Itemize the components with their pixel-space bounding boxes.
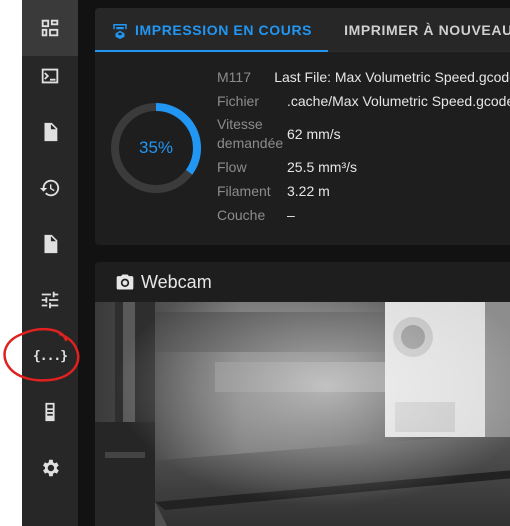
code-braces-icon: {...} — [32, 348, 68, 364]
print-status-card: IMPRESSION EN COURS IMPRIMER À NOUVEAU 3… — [95, 8, 510, 245]
sidebar-item-timelapse[interactable] — [22, 216, 78, 272]
sidebar-item-macros[interactable]: {...} — [22, 328, 78, 384]
info-row-speed: Vitesse demandée 62 mm/s — [217, 115, 510, 153]
info-value: .cache/Max Volumetric Speed.gcode — [287, 93, 510, 109]
info-row-layer: Couche – — [217, 206, 510, 225]
print-tabs: IMPRESSION EN COURS IMPRIMER À NOUVEAU — [95, 8, 510, 52]
dashboard-icon — [41, 19, 59, 37]
info-value: – — [287, 207, 295, 223]
sidebar-nav: {...} — [22, 0, 78, 526]
info-key: Flow — [217, 159, 247, 175]
tab-reprint-label: IMPRIMER À NOUVEAU — [344, 21, 510, 38]
info-key: Fichier — [217, 93, 260, 109]
sidebar-item-tune[interactable] — [22, 272, 78, 328]
video-file-icon — [44, 234, 58, 254]
tab-printing-label: IMPRESSION EN COURS — [135, 21, 313, 38]
info-key: Vitesse demandée — [217, 116, 284, 151]
app-root: {...} IMPRESSION EN COURS IMPRIMER À NOU… — [0, 0, 510, 526]
info-key: Filament — [217, 183, 271, 199]
webcam-header[interactable]: Webcam — [95, 262, 510, 302]
sidebar-item-files[interactable] — [22, 104, 78, 160]
progress-percent: 35% — [138, 138, 174, 157]
console-icon — [41, 68, 59, 84]
sidebar-item-machine[interactable] — [22, 384, 78, 440]
webcam-card: Webcam — [95, 262, 510, 526]
info-row-m117: M117 Last File: Max Volumetric Speed.gco… — [217, 68, 510, 87]
info-value: 62 mm/s — [287, 125, 341, 142]
sidebar-item-history[interactable] — [22, 160, 78, 216]
webcam-title: Webcam — [141, 271, 212, 292]
gear-icon — [43, 459, 59, 477]
info-value: Last File: Max Volumetric Speed.gcode — [274, 69, 510, 85]
sidebar-item-console[interactable] — [22, 48, 78, 104]
file-list-icon — [44, 122, 58, 142]
info-row-filament: Filament 3.22 m — [217, 182, 510, 201]
tab-reprint[interactable]: IMPRIMER À NOUVEAU — [328, 8, 510, 52]
server-icon — [45, 402, 55, 422]
tab-printing[interactable]: IMPRESSION EN COURS — [95, 8, 329, 52]
info-row-file: Fichier .cache/Max Volumetric Speed.gcod… — [217, 92, 510, 111]
sidebar-item-settings[interactable] — [22, 440, 78, 496]
webcam-glare — [95, 302, 510, 526]
info-row-flow: Flow 25.5 mm³/s — [217, 158, 510, 177]
webcam-stream — [95, 302, 510, 526]
camera-icon — [116, 274, 134, 290]
info-key: M117 — [217, 69, 251, 85]
info-value: 3.22 m — [287, 183, 330, 199]
page-margin — [0, 0, 22, 526]
printer-3d-icon — [113, 23, 127, 39]
tune-icon — [41, 291, 59, 309]
info-key: Couche — [217, 207, 266, 223]
history-icon — [39, 179, 60, 197]
info-value: 25.5 mm³/s — [287, 159, 358, 175]
main-content: IMPRESSION EN COURS IMPRIMER À NOUVEAU 3… — [78, 0, 510, 526]
